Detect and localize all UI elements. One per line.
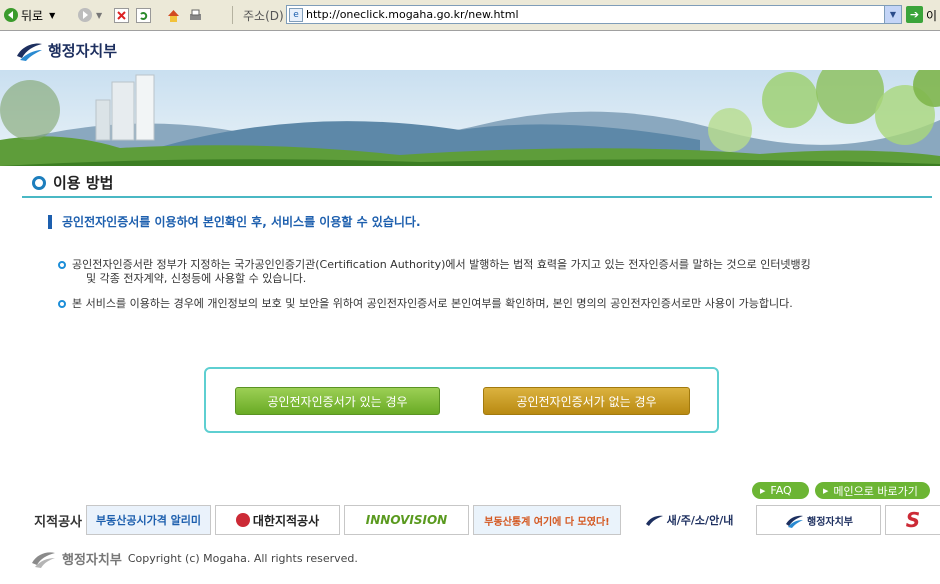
back-button[interactable]: 뒤로 ▼ (4, 5, 55, 25)
faq-label: FAQ (770, 484, 792, 497)
footer: 행정자치부 Copyright (c) Mogaha. All rights r… (30, 548, 358, 568)
forward-button[interactable]: ▼ (78, 5, 102, 25)
forward-arrow-icon (78, 8, 92, 22)
section-title: 이용 방법 (32, 172, 113, 193)
stop-icon (114, 7, 129, 23)
back-arrow-icon (4, 8, 18, 22)
partner-logo[interactable]: 행정자치부 (756, 505, 881, 535)
ministry-logo-icon (786, 515, 803, 528)
headline-text: 공인전자인증서를 이용하여 본인확인 후, 서비스를 이용할 수 있습니다. (62, 215, 421, 229)
main-page-link[interactable]: ▶ 메인으로 바로가기 (815, 482, 930, 499)
without-cert-button[interactable]: 공인전자인증서가 없는 경우 (483, 387, 690, 415)
partner-logo[interactable]: INNOVISION (344, 505, 469, 535)
partner-banner-strip: 지적공사 부동산공시가격 알리미 대한지적공사 INNOVISION 부동산통계… (0, 505, 940, 535)
address-bar[interactable]: e http://oneclick.mogaha.go.kr/new.html … (286, 5, 902, 24)
partner-logo[interactable]: 대한지적공사 (215, 505, 340, 535)
partner-logo[interactable]: S (885, 505, 940, 535)
refresh-icon (136, 7, 151, 23)
partner-logo-text: INNOVISION (365, 513, 448, 527)
with-cert-button[interactable]: 공인전자인증서가 있는 경우 (235, 387, 440, 415)
go-arrow-icon[interactable]: ➔ (906, 6, 923, 23)
home-icon (166, 8, 181, 23)
headline: 공인전자인증서를 이용하여 본인확인 후, 서비스를 이용할 수 있습니다. (48, 213, 421, 230)
partner-logo[interactable]: 부동산공시가격 알리미 (86, 505, 211, 535)
list-item-text: 공인전자인증서란 정부가 지정하는 국가공인인증기관(Certification… (72, 258, 811, 271)
ministry-logo-icon (32, 552, 55, 568)
section-title-text: 이용 방법 (53, 174, 114, 192)
arrow-right-icon: ▶ (823, 486, 829, 495)
print-icon (188, 8, 203, 23)
partner-logo-text: 행정자치부 (807, 516, 853, 528)
faq-link[interactable]: ▶ FAQ (752, 482, 809, 499)
arrow-right-icon: ▶ (760, 486, 766, 495)
list-item-text: 및 각종 전자계약, 신청등에 사용할 수 있습니다. (86, 272, 307, 285)
partner-logo[interactable]: 부동산통계 여기에 다 모였다! (473, 505, 621, 535)
back-label: 뒤로 (21, 8, 44, 23)
print-button[interactable] (188, 5, 203, 25)
header-banner-image (0, 70, 940, 166)
ministry-logo-icon (17, 43, 42, 61)
stop-button[interactable] (114, 5, 129, 25)
copyright-text: Copyright (c) Mogaha. All rights reserve… (127, 551, 358, 565)
partner-logo-text: 부동산통계 여기에 다 모였다! (484, 516, 610, 528)
partner-logo[interactable]: 지적공사 (0, 505, 82, 535)
refresh-button[interactable] (136, 5, 151, 25)
partner-logo-text: 부동산공시가격 알리미 (95, 514, 202, 527)
url-text[interactable]: http://oneclick.mogaha.go.kr/new.html (306, 8, 519, 21)
chevron-down-icon[interactable]: ▼ (49, 11, 55, 20)
partner-logo-text: 지적공사 (34, 514, 82, 530)
address-label: 주소(D) (243, 8, 284, 23)
chevron-down-icon[interactable]: ▼ (884, 6, 901, 23)
list-item-text: 본 서비스를 이용하는 경우에 개인정보의 보호 및 보안을 위하여 공인전자인… (72, 297, 793, 310)
home-button[interactable] (166, 5, 181, 25)
logo-text: 행정자치부 (48, 41, 118, 60)
headline-bar-icon (48, 214, 52, 229)
partner-logo-text: S (905, 508, 921, 532)
main-page-label: 메인으로 바로가기 (833, 484, 918, 498)
partner-logo-text: 새/주/소/안/내 (666, 514, 734, 527)
footer-logo-text: 행정자치부 (62, 552, 122, 568)
kcsc-icon (235, 513, 250, 527)
chevron-down-icon[interactable]: ▼ (96, 11, 102, 20)
list-item: 공인전자인증서란 정부가 지정하는 국가공인인증기관(Certification… (58, 258, 811, 286)
circle-bullet-icon (32, 175, 46, 190)
list-item: 본 서비스를 이용하는 경우에 개인정보의 보호 및 보안을 위하여 공인전자인… (58, 297, 793, 311)
partner-logo[interactable]: 새/주/소/안/내 (627, 505, 750, 535)
go-label[interactable]: 이 (926, 5, 937, 25)
section-divider (22, 196, 932, 198)
partner-logo-text: 대한지적공사 (252, 513, 320, 528)
ministry-logo-icon (645, 515, 663, 526)
circle-bullet-icon (58, 300, 66, 308)
toolbar-divider (232, 6, 233, 24)
page-icon: e (289, 7, 303, 22)
circle-bullet-icon (58, 261, 66, 269)
site-logo[interactable]: 행정자치부 (14, 38, 117, 62)
browser-toolbar: 뒤로 ▼ ▼ 주소(D) e http://oneclick.mogaha.go… (0, 0, 940, 31)
